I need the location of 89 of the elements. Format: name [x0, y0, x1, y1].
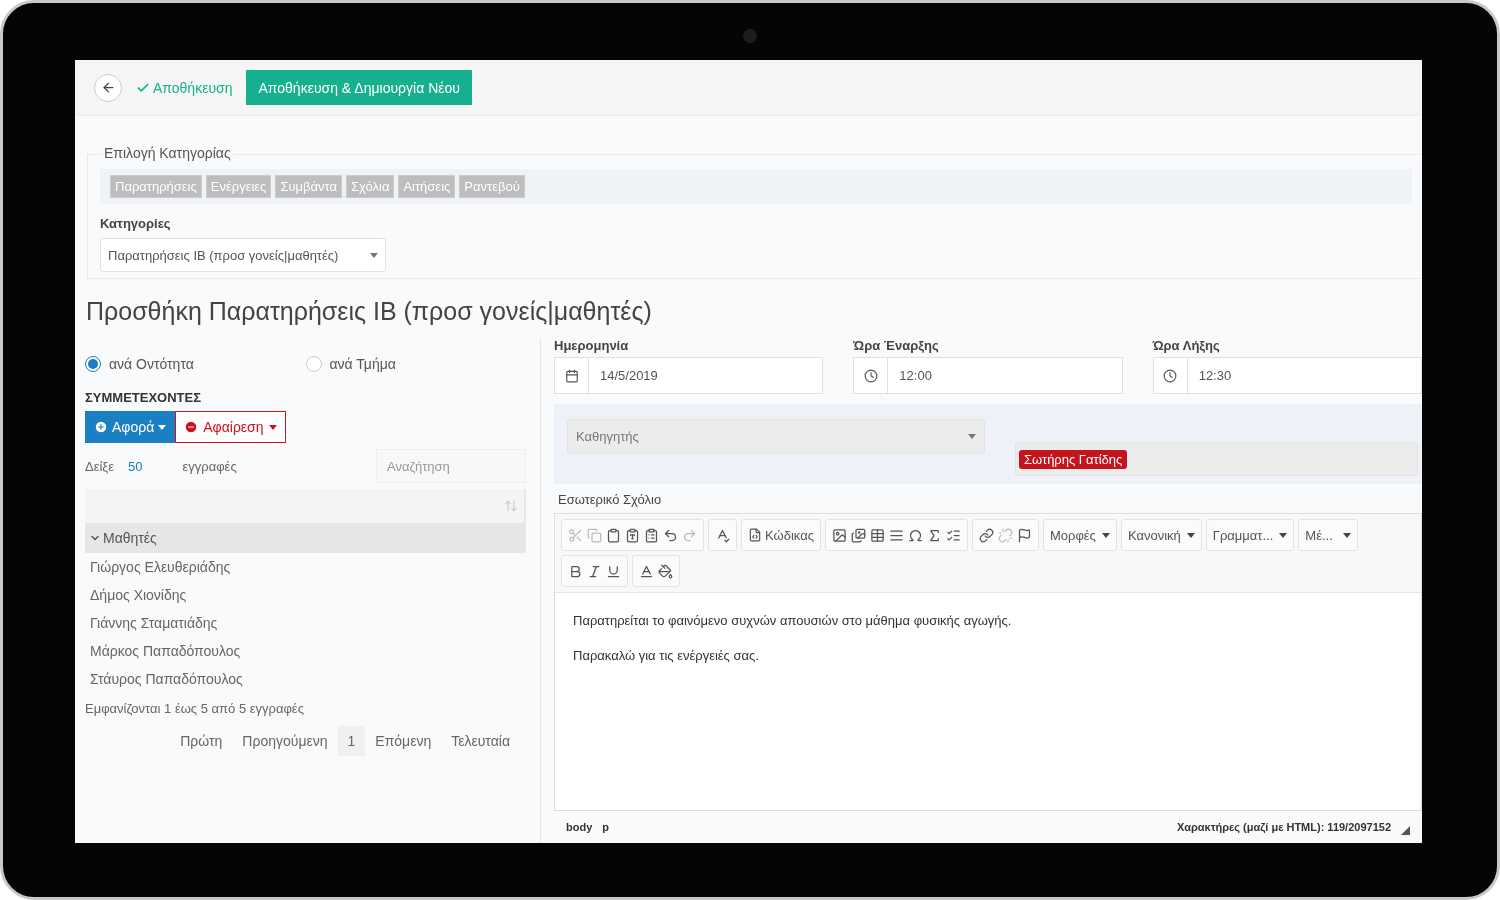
paste-text-button[interactable] — [624, 527, 641, 543]
clock-icon — [1163, 368, 1178, 383]
image-button[interactable] — [830, 527, 848, 543]
omega-icon — [907, 527, 923, 543]
paste-icon — [606, 527, 621, 543]
time-field[interactable]: 12:00 — [853, 357, 1123, 394]
calendar-icon — [564, 368, 579, 383]
page-size-select[interactable]: 50 — [128, 458, 143, 474]
link-button[interactable] — [977, 527, 995, 543]
page-link[interactable]: Τελευταία — [441, 726, 520, 756]
format-dropdown[interactable]: Μέ... — [1298, 519, 1359, 551]
horizontal-line-button[interactable] — [887, 527, 905, 543]
category-legend: Επιλογή Κατηγορίας — [102, 145, 233, 161]
student-row[interactable]: Δήμος Χιονίδης — [85, 581, 526, 609]
page-link[interactable]: Πρώτη — [170, 726, 233, 756]
omega-button[interactable] — [906, 527, 924, 543]
field-label: Ώρα Έναρξης — [853, 338, 940, 353]
search-field[interactable]: Αναζήτηση — [376, 449, 526, 483]
redo-icon — [682, 527, 697, 543]
table-button[interactable] — [868, 527, 886, 543]
paste-text-icon — [625, 527, 640, 543]
image-icon — [831, 527, 847, 543]
text-color-button[interactable] — [638, 563, 655, 579]
background-color-icon — [658, 563, 673, 579]
element-path-link[interactable]: body — [566, 821, 593, 833]
comment-paragraph: Παρακαλώ για τις ενέργειές σας. — [573, 648, 760, 663]
student-row[interactable]: Γιώργος Ελευθεριάδης — [85, 553, 526, 581]
mode-radio[interactable]: ανά Οντότητα — [85, 356, 306, 372]
images-button[interactable] — [849, 527, 867, 543]
format-dropdown[interactable]: Γραμματ... — [1205, 519, 1295, 551]
student-row[interactable]: Γιάννης Σταματιάδης — [85, 609, 526, 637]
copy-icon — [587, 527, 602, 543]
undo-icon — [663, 527, 678, 543]
link-icon — [978, 527, 994, 543]
undo-button[interactable] — [662, 527, 679, 543]
student-row[interactable]: Μάρκος Παπαδόπουλος — [85, 637, 526, 665]
format-dropdown[interactable]: Μορφές — [1042, 519, 1117, 551]
back-button[interactable] — [94, 73, 122, 102]
clock-icon — [863, 368, 878, 383]
underline-icon — [606, 563, 621, 579]
paste-button[interactable] — [605, 527, 622, 543]
category-select[interactable]: Παρατηρήσεις ΙΒ (προσ γονείς|μαθητές) — [100, 238, 386, 272]
comment-label: Εσωτερικό Σχόλιο — [558, 492, 663, 507]
italic-button[interactable] — [586, 563, 603, 579]
page-link[interactable]: Προηγούμενη — [232, 726, 338, 756]
bold-icon — [568, 563, 583, 579]
teacher-select[interactable]: Καθηγητής — [567, 419, 985, 454]
field-label: Ώρα Λήξης — [1152, 338, 1221, 353]
caret-icon — [370, 252, 378, 258]
table-info: Εμφανίζονται 1 έως 5 από 5 εγγραφές — [85, 701, 305, 716]
date-field[interactable]: 14/5/2019 — [554, 357, 824, 394]
cut-icon — [568, 527, 583, 543]
images-icon — [850, 527, 866, 543]
group-row[interactable]: Μαθητές — [85, 523, 526, 553]
comment-paragraph: Παρατηρείται το φαινόμενο συχνών απουσιών στο μάθημα φυσικής αγωγής. — [573, 613, 1013, 628]
resize-handle-icon[interactable] — [1401, 826, 1410, 835]
underline-button[interactable] — [605, 563, 622, 579]
background-color-button[interactable] — [657, 563, 674, 579]
plus-icon — [94, 420, 108, 434]
italic-icon — [587, 563, 602, 579]
page-title: Προσθήκη Παρατηρήσεις ΙΒ (προσ γονείς|μαθητές) — [86, 297, 653, 326]
page-link[interactable]: Επόμενη — [365, 726, 442, 756]
camera-icon — [743, 29, 757, 43]
remove-button[interactable]: Αφαίρεση — [175, 411, 286, 443]
element-path-link[interactable]: p — [602, 821, 609, 833]
list-icon — [945, 527, 961, 543]
mode-radio[interactable]: ανά Τμήμα — [305, 356, 526, 372]
flag-icon — [1016, 527, 1032, 543]
categories-label: Κατηγορίες — [100, 216, 172, 231]
character-count: Χαρακτήρες (μαζί με HTML): 119/2097152 — [1176, 821, 1391, 833]
student-row[interactable]: Στάυρος Παπαδόπουλος — [85, 665, 526, 693]
source-code-button[interactable]: Κώδικας — [747, 527, 815, 543]
records-label: εγγραφές — [182, 458, 237, 474]
horizontal-line-icon — [888, 527, 904, 543]
table-icon — [869, 527, 885, 543]
text-color-icon — [639, 563, 654, 579]
participants-heading: ΣΥΜΜΕΤΕΧΟΝΤΕΣ — [85, 390, 202, 405]
time-field[interactable]: 12:30 — [1152, 357, 1422, 394]
format-dropdown[interactable]: Κανονική — [1120, 519, 1202, 551]
show-label: Δείξε — [85, 458, 114, 474]
field-label: Ημερομηνία — [554, 338, 630, 353]
spellcheck-icon — [715, 527, 730, 543]
add-button[interactable]: Αφορά — [85, 411, 176, 443]
list-button[interactable] — [944, 527, 962, 543]
unlink-icon — [997, 527, 1013, 543]
code-file-icon — [748, 528, 762, 542]
minus-icon — [184, 420, 199, 434]
page-link[interactable]: 1 — [337, 726, 366, 756]
tag-field[interactable]: Σωτήρης Γατίδης — [1015, 442, 1418, 476]
